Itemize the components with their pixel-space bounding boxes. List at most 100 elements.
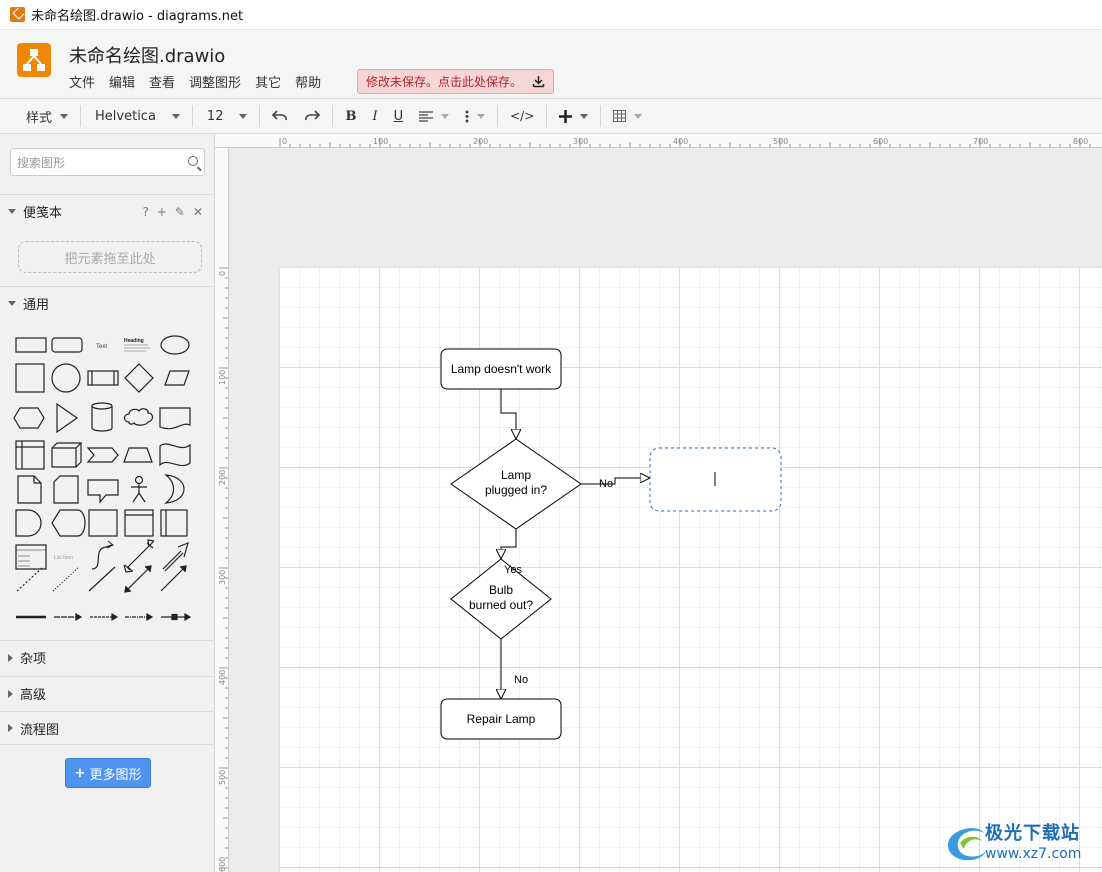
ruler-label: 700 <box>973 137 988 146</box>
text-shape: Text <box>96 344 107 350</box>
collapse-arrow-icon <box>8 689 13 698</box>
divider <box>80 105 82 127</box>
step-shape <box>86 447 119 463</box>
html-button[interactable]: </> <box>502 99 542 133</box>
undo-button[interactable] <box>264 99 296 133</box>
ruler-label: 600 <box>218 857 227 872</box>
repair-lamp-node[interactable]: Repair Lamp <box>440 698 562 740</box>
edge-no-to-selected[interactable] <box>580 478 649 485</box>
ruler-label: 500 <box>218 770 227 785</box>
menu-extras[interactable]: 其它 <box>255 72 281 91</box>
edge-label-no-2[interactable]: No <box>514 674 528 686</box>
collapse-arrow-icon <box>8 653 13 662</box>
bold-button[interactable]: B <box>337 99 364 133</box>
redo-icon <box>305 110 321 121</box>
font-family-dropdown[interactable]: Helvetica <box>85 99 188 133</box>
decision-line: Bulb <box>489 583 513 597</box>
ellipse-shape <box>160 335 190 355</box>
font-size-dropdown[interactable]: 12 <box>197 99 256 133</box>
edge-label-no[interactable]: No <box>599 478 613 490</box>
link-arrow-shape <box>54 612 83 622</box>
menu-arrange[interactable]: 调整图形 <box>189 72 241 91</box>
rounded-rectangle-shape <box>51 337 83 353</box>
divider <box>332 105 334 127</box>
table-dropdown[interactable] <box>605 99 650 133</box>
horizontal-ruler: 0 100 200 300 400 500 600 700 800 <box>215 134 1102 148</box>
edge-yes-to-decision2[interactable] <box>501 529 517 558</box>
app-icon <box>10 7 25 22</box>
start-node-label: Lamp doesn't work <box>451 362 552 376</box>
close-icon[interactable]: ✕ <box>193 205 203 219</box>
decision-plugged-in[interactable]: Lamp plugged in? <box>450 438 582 530</box>
menu-edit[interactable]: 编辑 <box>109 72 135 91</box>
search-placeholder: 搜索图形 <box>17 155 66 170</box>
section-advanced[interactable]: 高级 <box>0 676 215 710</box>
underline-button[interactable]: U <box>386 99 412 133</box>
download-icon <box>532 76 545 88</box>
help-icon[interactable]: ? <box>142 205 148 219</box>
start-node[interactable]: Lamp doesn't work <box>440 348 562 390</box>
italic-button[interactable]: I <box>364 99 385 133</box>
menu-bar: 文件 编辑 查看 调整图形 其它 帮助 <box>69 72 321 91</box>
vertical-ruler: 0 100 200 300 400 500 600 <box>215 148 229 872</box>
hexagon-shape <box>13 407 45 429</box>
redo-button[interactable] <box>296 99 328 133</box>
list-shape <box>15 544 47 570</box>
section-scratchpad[interactable]: 便笺本 ? + ✎ ✕ <box>0 194 215 228</box>
section-title: 杂项 <box>20 652 47 667</box>
dash-dot-arrow-shape <box>125 612 154 622</box>
section-title: 便笺本 <box>23 206 63 221</box>
general-shapes-palette[interactable]: Text Heading List Item <box>10 329 210 629</box>
curve-shape <box>91 544 113 570</box>
font-family-value: Helvetica <box>95 108 156 124</box>
more-shapes-label: 更多图形 <box>89 767 142 783</box>
textbox-shape: Heading <box>124 338 150 352</box>
parallelogram-shape <box>164 370 190 386</box>
trapezoid-shape <box>123 447 153 463</box>
note-shape <box>17 475 42 504</box>
section-flowchart[interactable]: 流程图 <box>0 711 215 745</box>
expand-arrow-icon <box>8 301 16 306</box>
document-shape <box>159 407 191 430</box>
diamond-shape <box>124 363 154 393</box>
selected-empty-node[interactable] <box>649 447 782 512</box>
decision-burned-out[interactable]: Bulb burned out? <box>450 558 552 640</box>
align-dropdown[interactable] <box>411 99 457 133</box>
ruler-label: 0 <box>218 271 227 276</box>
menu-view[interactable]: 查看 <box>149 72 175 91</box>
diagram-page[interactable]: Lamp doesn't work Lamp plugged in? Bulb … <box>280 268 1102 872</box>
ruler-label: 100 <box>218 370 227 385</box>
scratchpad-dropzone[interactable]: 把元素拖至此处 <box>18 241 202 273</box>
edit-icon[interactable]: ✎ <box>175 205 185 219</box>
section-general[interactable]: 通用 <box>0 286 215 320</box>
ruler-label: 300 <box>218 570 227 585</box>
unsaved-changes-label: 修改未保存。点击此处保存。 <box>366 75 523 89</box>
swimlane-shape <box>124 509 154 537</box>
repair-lamp-label: Repair Lamp <box>467 712 536 726</box>
display-shape <box>51 509 86 537</box>
divider <box>259 105 261 127</box>
flowchart-diagram[interactable]: Lamp doesn't work Lamp plugged in? Bulb … <box>280 268 1102 872</box>
font-size-value: 12 <box>206 108 224 124</box>
list-item-shape: List Item <box>54 555 73 561</box>
insert-dropdown[interactable] <box>551 99 596 133</box>
menu-help[interactable]: 帮助 <box>295 72 321 91</box>
more-shapes-button[interactable]: + 更多图形 <box>65 758 151 788</box>
chevron-down-icon <box>634 113 643 119</box>
add-icon[interactable]: + <box>157 205 167 219</box>
cloud-shape <box>123 408 154 426</box>
document-title[interactable]: 未命名绘图.drawio <box>69 42 225 68</box>
bidirectional-connector-shape <box>124 565 152 593</box>
edge-label-yes[interactable]: Yes <box>504 564 522 576</box>
edge-start-to-decision1[interactable] <box>500 389 516 438</box>
style-dropdown[interactable]: 样式 <box>0 99 76 133</box>
unsaved-changes-button[interactable]: 修改未保存。点击此处保存。 <box>357 69 555 94</box>
menu-file[interactable]: 文件 <box>69 72 95 91</box>
section-misc[interactable]: 杂项 <box>0 640 215 674</box>
search-icon[interactable] <box>188 156 198 166</box>
dashed-arrow-shape <box>90 612 119 622</box>
more-format-dropdown[interactable] <box>457 99 493 133</box>
diagram-canvas[interactable]: 0 100 200 300 400 500 600 700 800 0 100 … <box>215 134 1102 872</box>
search-shapes-input[interactable]: 搜索图形 <box>10 148 205 176</box>
association-shape <box>161 612 192 622</box>
